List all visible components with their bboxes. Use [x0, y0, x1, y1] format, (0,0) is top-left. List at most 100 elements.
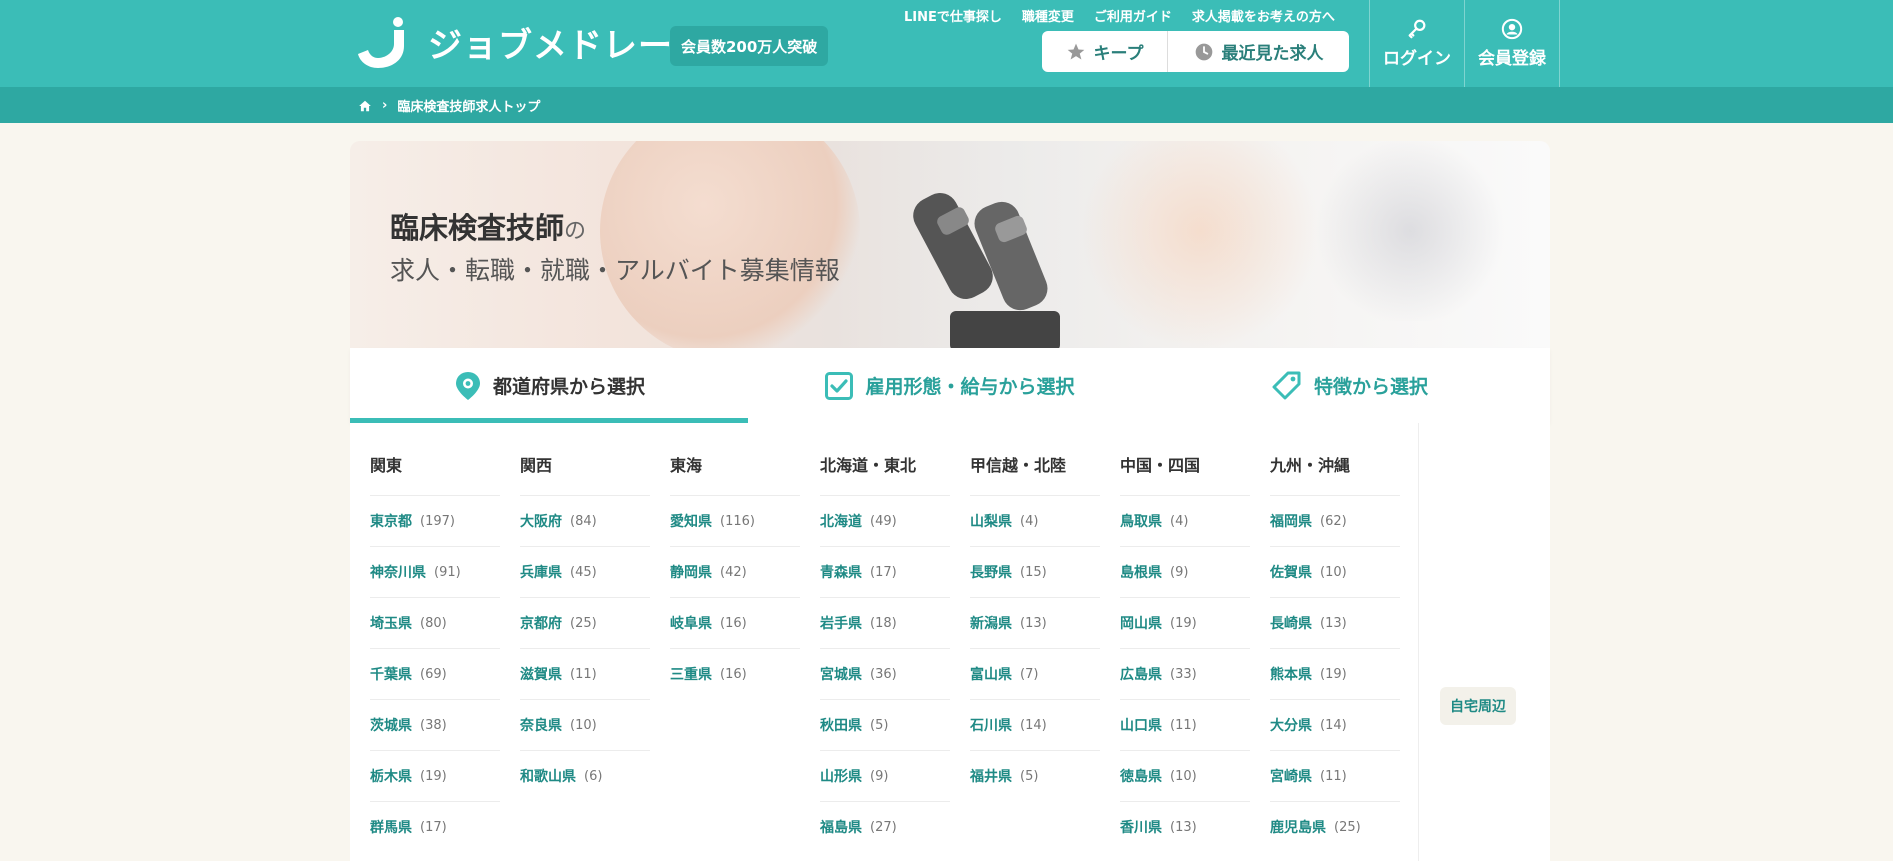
- prefecture-link[interactable]: 福島県: [820, 817, 862, 837]
- prefecture-link[interactable]: 熊本県: [1270, 664, 1312, 684]
- home-area-button[interactable]: 自宅周辺: [1440, 687, 1516, 725]
- prefecture-link[interactable]: 岡山県: [1120, 613, 1162, 633]
- prefecture-link[interactable]: 栃木県: [370, 766, 412, 786]
- prefecture-item[interactable]: 山形県 (9): [820, 750, 950, 801]
- prefecture-item[interactable]: 埼玉県 (80): [370, 597, 500, 648]
- prefecture-link[interactable]: 千葉県: [370, 664, 412, 684]
- prefecture-item[interactable]: 富山県 (7): [970, 648, 1100, 699]
- top-link-for-employers[interactable]: 求人掲載をお考えの方へ: [1192, 6, 1335, 25]
- prefecture-link[interactable]: 長野県: [970, 562, 1012, 582]
- prefecture-item[interactable]: 広島県 (33): [1120, 648, 1250, 699]
- prefecture-item[interactable]: 奈良県 (10): [520, 699, 650, 750]
- prefecture-link[interactable]: 福井県: [970, 766, 1012, 786]
- register-button[interactable]: 会員登録: [1464, 0, 1560, 87]
- home-icon[interactable]: [358, 99, 372, 113]
- prefecture-link[interactable]: 群馬県: [370, 817, 412, 837]
- prefecture-item[interactable]: 青森県 (17): [820, 546, 950, 597]
- prefecture-item[interactable]: 千葉県 (69): [370, 648, 500, 699]
- prefecture-link[interactable]: 神奈川県: [370, 562, 426, 582]
- keep-button[interactable]: キープ: [1042, 31, 1168, 72]
- prefecture-item[interactable]: 愛知県 (116): [670, 495, 800, 546]
- tab-employment-salary[interactable]: 雇用形態・給与から選択: [750, 348, 1150, 423]
- prefecture-item[interactable]: 大分県 (14): [1270, 699, 1400, 750]
- prefecture-item[interactable]: 栃木県 (19): [370, 750, 500, 801]
- prefecture-item[interactable]: 島根県 (9): [1120, 546, 1250, 597]
- prefecture-item[interactable]: 静岡県 (42): [670, 546, 800, 597]
- prefecture-item[interactable]: 三重県 (16): [670, 648, 800, 699]
- prefecture-link[interactable]: 宮崎県: [1270, 766, 1312, 786]
- prefecture-link[interactable]: 宮城県: [820, 664, 862, 684]
- prefecture-item[interactable]: 熊本県 (19): [1270, 648, 1400, 699]
- prefecture-item[interactable]: 群馬県 (17): [370, 801, 500, 852]
- top-link-guide[interactable]: ご利用ガイド: [1094, 6, 1172, 25]
- prefecture-link[interactable]: 茨城県: [370, 715, 412, 735]
- prefecture-link[interactable]: 広島県: [1120, 664, 1162, 684]
- prefecture-link[interactable]: 佐賀県: [1270, 562, 1312, 582]
- prefecture-item[interactable]: 福井県 (5): [970, 750, 1100, 801]
- prefecture-link[interactable]: 山梨県: [970, 511, 1012, 531]
- prefecture-item[interactable]: 茨城県 (38): [370, 699, 500, 750]
- prefecture-link[interactable]: 京都府: [520, 613, 562, 633]
- prefecture-link[interactable]: 岩手県: [820, 613, 862, 633]
- prefecture-item[interactable]: 宮崎県 (11): [1270, 750, 1400, 801]
- prefecture-link[interactable]: 静岡県: [670, 562, 712, 582]
- tab-prefecture[interactable]: 都道府県から選択: [350, 348, 750, 423]
- prefecture-link[interactable]: 秋田県: [820, 715, 862, 735]
- prefecture-link[interactable]: 北海道: [820, 511, 862, 531]
- prefecture-link[interactable]: 香川県: [1120, 817, 1162, 837]
- prefecture-item[interactable]: 兵庫県 (45): [520, 546, 650, 597]
- prefecture-link[interactable]: 新潟県: [970, 613, 1012, 633]
- prefecture-item[interactable]: 新潟県 (13): [970, 597, 1100, 648]
- prefecture-item[interactable]: 山口県 (11): [1120, 699, 1250, 750]
- prefecture-link[interactable]: 福岡県: [1270, 511, 1312, 531]
- prefecture-item[interactable]: 秋田県 (5): [820, 699, 950, 750]
- prefecture-link[interactable]: 鹿児島県: [1270, 817, 1326, 837]
- tab-features[interactable]: 特徴から選択: [1150, 348, 1550, 423]
- prefecture-link[interactable]: 富山県: [970, 664, 1012, 684]
- prefecture-item[interactable]: 神奈川県 (91): [370, 546, 500, 597]
- prefecture-item[interactable]: 長野県 (15): [970, 546, 1100, 597]
- prefecture-link[interactable]: 滋賀県: [520, 664, 562, 684]
- prefecture-link[interactable]: 山口県: [1120, 715, 1162, 735]
- prefecture-item[interactable]: 香川県 (13): [1120, 801, 1250, 852]
- prefecture-link[interactable]: 山形県: [820, 766, 862, 786]
- prefecture-link[interactable]: 大分県: [1270, 715, 1312, 735]
- prefecture-link[interactable]: 鳥取県: [1120, 511, 1162, 531]
- prefecture-item[interactable]: 鹿児島県 (25): [1270, 801, 1400, 852]
- prefecture-item[interactable]: 岡山県 (19): [1120, 597, 1250, 648]
- top-link-line[interactable]: LINEで仕事探し: [904, 6, 1002, 25]
- prefecture-item[interactable]: 岐阜県 (16): [670, 597, 800, 648]
- prefecture-link[interactable]: 岐阜県: [670, 613, 712, 633]
- prefecture-item[interactable]: 東京都 (197): [370, 495, 500, 546]
- prefecture-item[interactable]: 鳥取県 (4): [1120, 495, 1250, 546]
- prefecture-link[interactable]: 奈良県: [520, 715, 562, 735]
- prefecture-item[interactable]: 福岡県 (62): [1270, 495, 1400, 546]
- logo[interactable]: ジョブメドレー: [358, 16, 673, 68]
- recent-jobs-button[interactable]: 最近見た求人: [1168, 31, 1349, 72]
- prefecture-link[interactable]: 長崎県: [1270, 613, 1312, 633]
- prefecture-link[interactable]: 兵庫県: [520, 562, 562, 582]
- prefecture-item[interactable]: 長崎県 (13): [1270, 597, 1400, 648]
- prefecture-link[interactable]: 東京都: [370, 511, 412, 531]
- prefecture-item[interactable]: 滋賀県 (11): [520, 648, 650, 699]
- prefecture-link[interactable]: 青森県: [820, 562, 862, 582]
- prefecture-link[interactable]: 和歌山県: [520, 766, 576, 786]
- prefecture-item[interactable]: 北海道 (49): [820, 495, 950, 546]
- prefecture-link[interactable]: 徳島県: [1120, 766, 1162, 786]
- prefecture-item[interactable]: 和歌山県 (6): [520, 750, 650, 801]
- prefecture-item[interactable]: 山梨県 (4): [970, 495, 1100, 546]
- prefecture-link[interactable]: 島根県: [1120, 562, 1162, 582]
- prefecture-item[interactable]: 石川県 (14): [970, 699, 1100, 750]
- prefecture-item[interactable]: 大阪府 (84): [520, 495, 650, 546]
- prefecture-item[interactable]: 宮城県 (36): [820, 648, 950, 699]
- prefecture-item[interactable]: 福島県 (27): [820, 801, 950, 852]
- prefecture-link[interactable]: 愛知県: [670, 511, 712, 531]
- prefecture-item[interactable]: 京都府 (25): [520, 597, 650, 648]
- top-link-change-job-type[interactable]: 職種変更: [1022, 6, 1074, 25]
- prefecture-item[interactable]: 佐賀県 (10): [1270, 546, 1400, 597]
- prefecture-link[interactable]: 石川県: [970, 715, 1012, 735]
- prefecture-link[interactable]: 埼玉県: [370, 613, 412, 633]
- prefecture-item[interactable]: 徳島県 (10): [1120, 750, 1250, 801]
- prefecture-item[interactable]: 岩手県 (18): [820, 597, 950, 648]
- prefecture-link[interactable]: 三重県: [670, 664, 712, 684]
